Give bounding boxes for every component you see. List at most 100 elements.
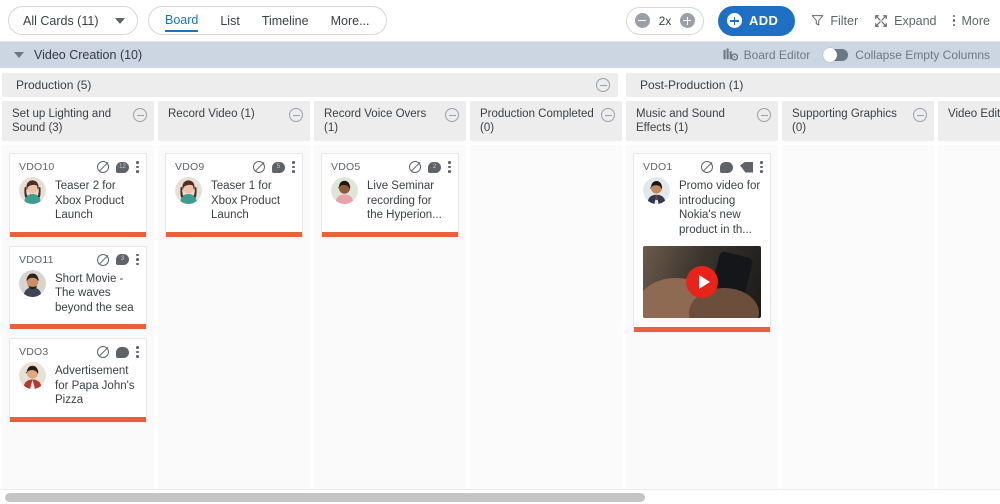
collapse-column-icon[interactable] — [913, 108, 927, 122]
card-header: VDO3 — [10, 339, 146, 360]
more-button[interactable]: More — [952, 13, 990, 28]
card-vdo11[interactable]: VDO11 3 Short Movie - The waves beyond t… — [9, 245, 147, 329]
toggle-knob — [823, 48, 838, 62]
comment-icon[interactable]: 3 — [116, 254, 129, 265]
avatar — [175, 177, 202, 204]
card-id: VDO9 — [175, 161, 205, 173]
expand-button[interactable]: Expand — [874, 13, 937, 28]
card-status-bar — [634, 327, 770, 332]
column-header-set-up-lighting-and-sound: Set up Lighting and Sound (3) — [2, 101, 154, 141]
horizontal-scrollbar[interactable] — [0, 489, 1000, 504]
card-body: Advertisement for Papa John's Pizza — [10, 360, 146, 417]
blocked-icon[interactable] — [701, 161, 713, 173]
swimlane-title: Video Creation (10) — [34, 48, 143, 62]
collapse-group-icon[interactable] — [596, 78, 610, 92]
blocked-icon[interactable] — [97, 253, 109, 266]
card-body: Short Movie - The waves beyond the sea — [10, 268, 146, 325]
avatar — [331, 177, 358, 204]
collapse-empty-columns-toggle[interactable]: Collapse Empty Columns — [823, 48, 990, 62]
comment-icon[interactable]: 12 — [116, 161, 129, 173]
column-body-record-voice-overs[interactable]: VDO5 2 Live Seminar recording for the Hy… — [314, 145, 466, 489]
zoom-in-icon[interactable] — [679, 13, 695, 28]
column-header-supporting-graphics: Supporting Graphics (0) — [782, 101, 934, 141]
play-button-icon[interactable] — [686, 266, 718, 298]
tab-more[interactable]: More... — [331, 10, 370, 32]
card-vdo5[interactable]: VDO5 2 Live Seminar recording for the Hy… — [321, 153, 459, 237]
blocked-icon[interactable] — [253, 161, 265, 173]
card-icons: 12 — [97, 161, 139, 173]
kanban-board-app: All Cards (11) Board List Timeline More.… — [0, 0, 1000, 504]
column-body-production-completed[interactable] — [470, 145, 622, 489]
comment-icon[interactable] — [116, 346, 129, 358]
card-title: Teaser 1 for Xbox Product Launch — [211, 180, 281, 221]
card-id: VDO5 — [331, 161, 361, 173]
collapse-column-icon[interactable] — [445, 108, 459, 122]
card-title: Short Movie - The waves beyond the sea — [55, 272, 134, 314]
card-header: VDO1 — [634, 154, 770, 175]
column-header-row: Set up Lighting and Sound (3) Record Vid… — [0, 97, 1000, 141]
card-header: VDO11 3 — [10, 247, 146, 268]
card-vdo10[interactable]: VDO10 12 Teaser 2 for Xbox Product Launc… — [9, 153, 147, 237]
vertical-dots-icon[interactable] — [760, 161, 763, 173]
tab-timeline[interactable]: Timeline — [262, 10, 309, 32]
all-cards-dropdown[interactable]: All Cards (11) — [8, 6, 138, 35]
tab-board[interactable]: Board — [165, 9, 199, 33]
board-editor-button[interactable]: Board Editor — [723, 48, 810, 62]
filter-button[interactable]: Filter — [811, 14, 858, 28]
tag-icon[interactable] — [740, 161, 753, 173]
avatar — [19, 362, 46, 389]
card-icons — [701, 161, 763, 173]
comment-icon[interactable] — [720, 161, 733, 173]
board-content: Production (5) Post-Production (1) Set u… — [0, 69, 1000, 489]
card-title: Live Seminar recording for the Hyperion.… — [367, 180, 442, 221]
vertical-dots-icon[interactable] — [136, 346, 139, 358]
card-vdo3[interactable]: VDO3 Advertisement for Papa John's Pizza — [9, 338, 147, 422]
card-header: VDO10 12 — [10, 154, 146, 175]
column-body-record-video[interactable]: VDO9 5 Teaser 1 for Xbox Product Launch — [158, 145, 310, 489]
vertical-dots-icon[interactable] — [136, 161, 139, 173]
vertical-dots-icon[interactable] — [292, 161, 295, 173]
card-id: VDO11 — [19, 253, 54, 266]
collapse-column-icon[interactable] — [133, 108, 147, 122]
add-button[interactable]: ADD — [717, 5, 796, 36]
column-body-supporting-graphics[interactable] — [782, 145, 934, 489]
card-icons — [97, 346, 139, 358]
scrollbar-thumb[interactable] — [5, 493, 645, 502]
blocked-icon[interactable] — [409, 161, 421, 173]
group-header-post-production: Post-Production (1) — [626, 73, 1000, 97]
blocked-icon[interactable] — [97, 161, 109, 173]
comment-icon[interactable]: 2 — [428, 161, 441, 173]
card-body: Teaser 1 for Xbox Product Launch — [166, 175, 302, 232]
card-status-bar — [10, 416, 146, 422]
toggle-switch[interactable] — [823, 48, 849, 62]
vertical-dots-icon[interactable] — [136, 253, 139, 266]
collapse-column-icon[interactable] — [757, 108, 771, 122]
column-body-set-up-lighting-and-sound[interactable]: VDO10 12 Teaser 2 for Xbox Product Launc… — [2, 145, 154, 489]
card-status-bar — [10, 324, 146, 329]
vertical-dots-icon — [952, 14, 956, 27]
column-title: Supporting Graphics (0) — [792, 108, 897, 134]
chevron-down-icon — [115, 17, 125, 24]
expand-label: Expand — [894, 13, 937, 28]
column-body-music-and-sound-effects[interactable]: VDO1 Promo video for introducing Nokia's… — [626, 145, 778, 489]
more-label: More — [961, 13, 990, 28]
blocked-icon[interactable] — [97, 346, 109, 358]
column-header-production-completed: Production Completed (0) — [470, 101, 622, 141]
comment-icon[interactable]: 5 — [272, 161, 285, 173]
tab-list[interactable]: List — [220, 10, 239, 32]
video-thumbnail[interactable] — [643, 246, 761, 318]
collapse-column-icon[interactable] — [289, 108, 303, 122]
column-body-video-editing[interactable] — [938, 145, 1000, 489]
zoom-out-icon[interactable] — [634, 13, 650, 28]
collapse-column-icon[interactable] — [601, 108, 615, 122]
card-vdo9[interactable]: VDO9 5 Teaser 1 for Xbox Product Launch — [165, 153, 303, 237]
column-title: Music and Sound Effects (1) — [636, 108, 725, 134]
collapse-empty-columns-label: Collapse Empty Columns — [855, 48, 990, 62]
all-cards-label: All Cards (11) — [23, 13, 99, 28]
card-vdo1[interactable]: VDO1 Promo video for introducing Nokia's… — [633, 153, 771, 332]
triangle-down-icon[interactable] — [14, 52, 24, 58]
filter-label: Filter — [830, 13, 859, 28]
column-title: Set up Lighting and Sound (3) — [12, 108, 112, 134]
vertical-dots-icon[interactable] — [448, 161, 451, 173]
funnel-icon — [812, 15, 824, 26]
